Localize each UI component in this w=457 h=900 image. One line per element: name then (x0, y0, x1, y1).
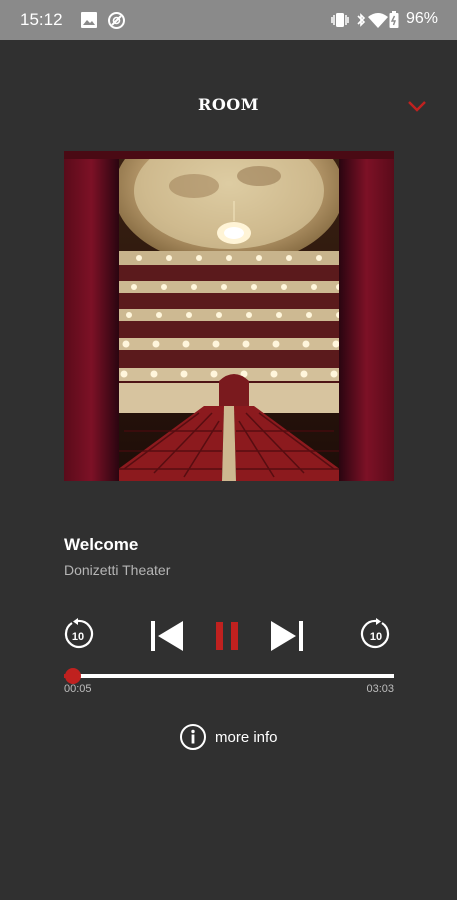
gallery-icon (80, 11, 98, 34)
battery-icon (389, 11, 399, 34)
bluetooth-icon (356, 11, 366, 34)
theater-image (64, 151, 394, 481)
skip-next-icon (271, 621, 303, 651)
next-track-button[interactable] (269, 619, 305, 653)
progress-thumb[interactable] (64, 668, 81, 684)
forward-10-icon: 10 (360, 618, 390, 648)
elapsed-time: 00:05 (64, 683, 92, 695)
total-time: 03:03 (366, 683, 394, 695)
collapse-button[interactable] (405, 96, 429, 116)
previous-track-button[interactable] (149, 619, 185, 653)
svg-text:10: 10 (72, 631, 84, 643)
status-bar: 15:12 96% (0, 0, 457, 40)
info-circle-icon (180, 724, 206, 750)
vibrate-icon (330, 11, 350, 34)
svg-text:10: 10 (370, 631, 382, 643)
rewind-10-icon: 10 (64, 618, 94, 648)
rewind-10-button[interactable]: 10 (62, 617, 94, 651)
more-info-label: more info (215, 728, 278, 746)
track-subtitle: Donizetti Theater (64, 562, 171, 578)
skip-previous-icon (151, 621, 183, 651)
progress-bar[interactable] (64, 668, 394, 684)
forward-10-button[interactable]: 10 (360, 617, 392, 651)
page-title: ROOM (198, 95, 259, 114)
chevron-down-icon (408, 101, 426, 112)
track-title: Welcome (64, 535, 139, 554)
more-info-button[interactable]: more info (179, 722, 278, 752)
album-artwork (64, 151, 394, 481)
wifi-icon (367, 11, 389, 34)
status-time: 15:12 (20, 10, 63, 29)
pause-icon (216, 622, 238, 650)
battery-percent: 96% (405, 10, 438, 27)
pause-button[interactable] (214, 621, 242, 651)
do-not-disturb-icon (107, 11, 126, 35)
